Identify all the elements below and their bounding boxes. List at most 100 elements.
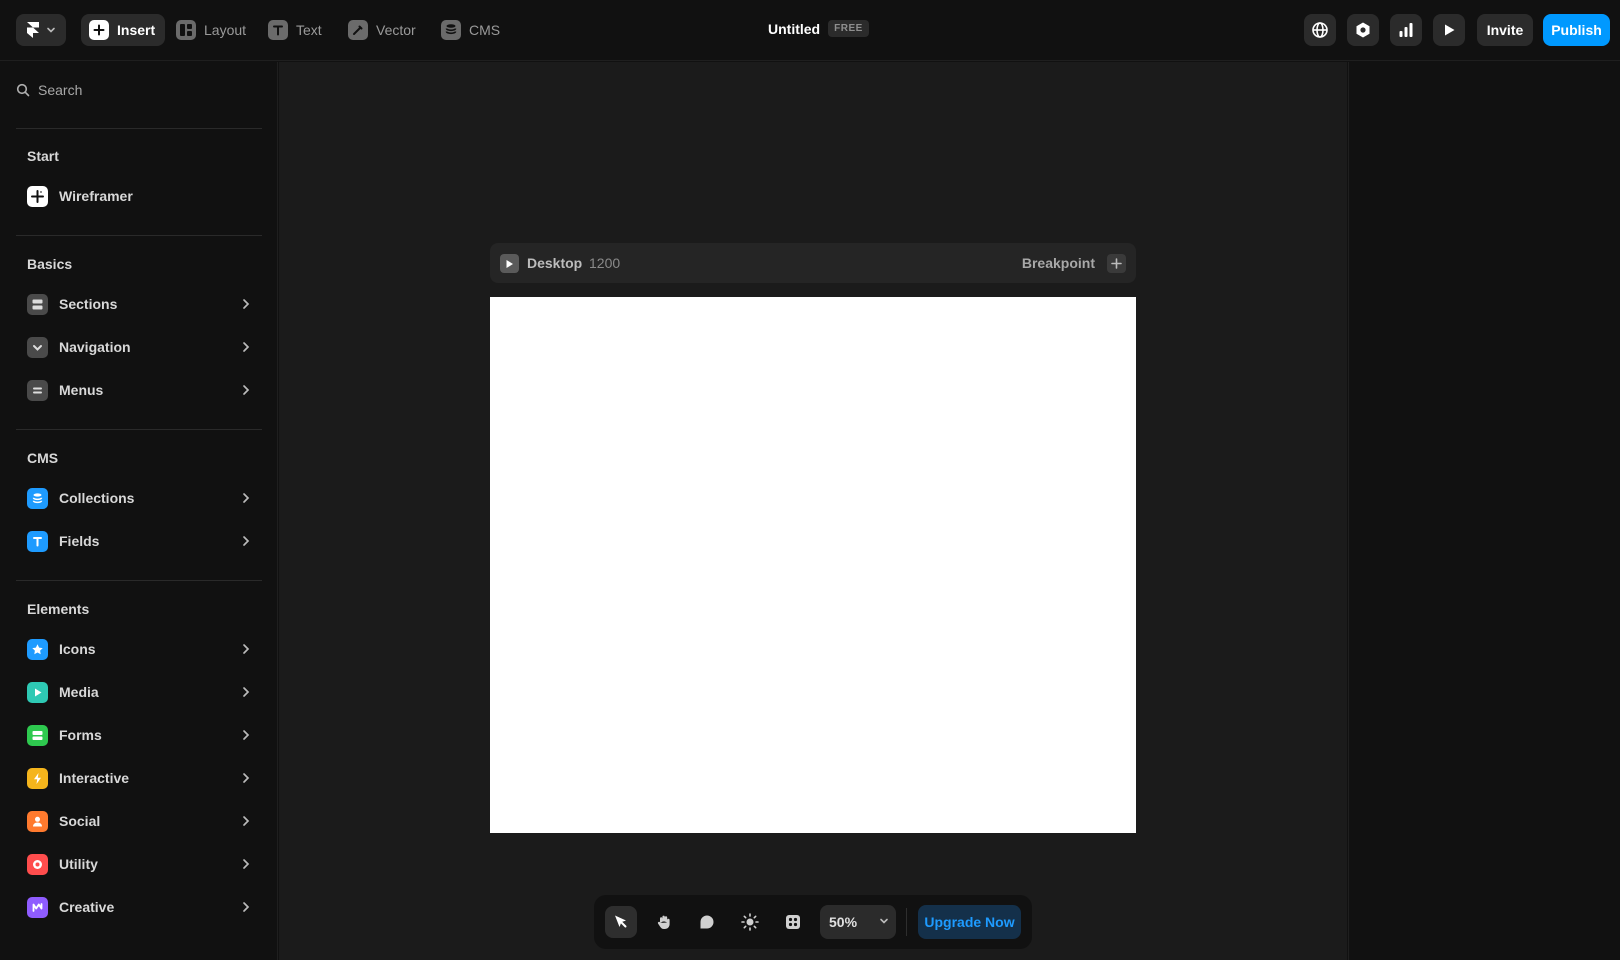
desktop-frame[interactable] (490, 297, 1136, 833)
bolt-icon (27, 767, 48, 789)
divider (16, 580, 262, 581)
comment-tool-button[interactable] (691, 906, 723, 938)
globe-icon (1312, 22, 1328, 38)
theme-toggle-button[interactable] (734, 906, 766, 938)
document-title-area[interactable]: Untitled FREE (768, 20, 869, 37)
database-icon (441, 20, 461, 40)
text-tool-label: Text (296, 22, 322, 38)
sidebar-item-icons[interactable]: Icons (16, 631, 262, 667)
divider (16, 128, 262, 129)
upgrade-now-button[interactable]: Upgrade Now (918, 905, 1021, 939)
chevron-right-icon (238, 296, 254, 312)
chevron-right-icon (238, 339, 254, 355)
sidebar-item-wireframer[interactable]: Wireframer (16, 178, 262, 214)
breakpoint-label: Breakpoint (1021, 255, 1095, 271)
divider (16, 235, 262, 236)
site-settings-button[interactable] (1304, 14, 1336, 46)
layout-tool-label: Layout (204, 22, 247, 38)
add-breakpoint-button[interactable] (1107, 254, 1126, 273)
menus-icon (27, 379, 48, 401)
insert-tool-button[interactable]: Insert (81, 14, 166, 46)
breakpoint-bar[interactable]: Desktop 1200 Breakpoint (490, 243, 1136, 283)
analytics-button[interactable] (1390, 14, 1422, 46)
section-title-cms: CMS (27, 450, 59, 466)
text-tool-button[interactable]: Text (260, 14, 332, 46)
search-placeholder: Search (38, 82, 83, 98)
chevron-right-icon (238, 490, 254, 506)
hand-tool-button[interactable] (648, 906, 680, 938)
hand-icon (657, 915, 670, 929)
invite-button[interactable]: Invite (1477, 14, 1533, 46)
document-title[interactable]: Untitled (768, 21, 820, 37)
navigation-icon (27, 336, 48, 358)
canvas[interactable]: Desktop 1200 Breakpoint 50% Upgrade Now (279, 62, 1347, 960)
sidebar-item-utility[interactable]: Utility (16, 846, 262, 882)
publish-button[interactable]: Publish (1543, 14, 1610, 46)
cms-tool-button[interactable]: CMS (433, 14, 510, 46)
sidebar-item-label: Social (59, 813, 101, 829)
sidebar-item-label: Collections (59, 490, 135, 506)
chevron-right-icon (238, 856, 254, 872)
chevron-right-icon (238, 899, 254, 915)
sidebar-item-label: Creative (59, 899, 115, 915)
utility-icon (27, 853, 48, 875)
play-icon (506, 259, 513, 268)
divider (906, 908, 907, 936)
sidebar-item-social[interactable]: Social (16, 803, 262, 839)
cms-tool-label: CMS (469, 22, 501, 38)
sidebar-item-media[interactable]: Media (16, 674, 262, 710)
sidebar-item-interactive[interactable]: Interactive (16, 760, 262, 796)
theme-icon (741, 913, 759, 931)
chevron-right-icon (238, 684, 254, 700)
sidebar-item-label: Menus (59, 382, 104, 398)
fields-icon (27, 530, 48, 552)
zoom-value: 50% (829, 914, 858, 930)
text-icon (268, 20, 288, 40)
sidebar-item-label: Wireframer (59, 188, 133, 204)
sidebar-item-collections[interactable]: Collections (16, 480, 262, 516)
wireframer-icon (27, 185, 48, 207)
plan-badge: FREE (828, 20, 869, 37)
zoom-select[interactable]: 50% (820, 905, 896, 939)
components-icon (786, 915, 800, 929)
vector-tool-button[interactable]: Vector (340, 14, 426, 46)
preview-button[interactable] (1433, 14, 1465, 46)
pointer-icon (615, 915, 627, 928)
search-input[interactable]: Search (16, 82, 82, 98)
chevron-down-icon (47, 27, 55, 33)
plus-icon (89, 20, 109, 40)
chevron-right-icon (238, 382, 254, 398)
layout-tool-button[interactable]: Layout (168, 14, 256, 46)
sidebar-item-menus[interactable]: Menus (16, 372, 262, 408)
sidebar-item-label: Fields (59, 533, 100, 549)
chevron-right-icon (238, 727, 254, 743)
preview-breakpoint-button[interactable] (500, 254, 519, 273)
sidebar-item-creative[interactable]: Creative (16, 889, 262, 925)
select-tool-button[interactable] (605, 906, 637, 938)
components-button[interactable] (777, 906, 809, 938)
search-icon (16, 83, 30, 97)
breakpoint-name[interactable]: Desktop (527, 255, 582, 271)
framer-menu-button[interactable] (16, 14, 66, 46)
sidebar-item-sections[interactable]: Sections (16, 286, 262, 322)
breakpoint-width: 1200 (589, 255, 621, 271)
settings-button[interactable] (1347, 14, 1379, 46)
sidebar-item-navigation[interactable]: Navigation (16, 329, 262, 365)
chevron-right-icon (238, 813, 254, 829)
divider (16, 429, 262, 430)
media-icon (27, 681, 48, 703)
settings-icon (1356, 22, 1370, 38)
creative-icon (27, 896, 48, 918)
chevron-right-icon (238, 770, 254, 786)
sidebar-item-label: Interactive (59, 770, 130, 786)
sidebar-item-label: Utility (59, 856, 98, 872)
chevron-right-icon (238, 641, 254, 657)
vector-tool-label: Vector (376, 22, 416, 38)
analytics-icon (1399, 23, 1413, 37)
sidebar-item-label: Forms (59, 727, 102, 743)
properties-panel (1348, 62, 1620, 960)
comment-icon (700, 915, 714, 929)
sidebar-item-fields[interactable]: Fields (16, 523, 262, 559)
sidebar-item-forms[interactable]: Forms (16, 717, 262, 753)
layout-icon (176, 20, 196, 40)
